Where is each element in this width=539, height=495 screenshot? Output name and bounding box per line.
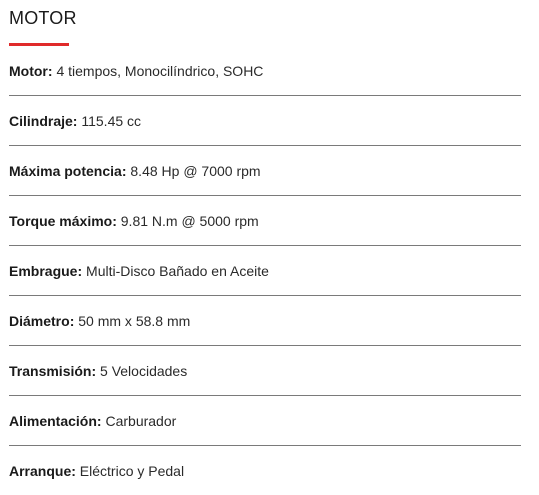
spec-row-transmision: Transmisión: 5 Velocidades bbox=[9, 346, 521, 396]
spec-value: 4 tiempos, Monocilíndrico, SOHC bbox=[56, 62, 264, 79]
spec-list: Motor: 4 tiempos, Monocilíndrico, SOHC C… bbox=[9, 46, 521, 495]
spec-label: Motor bbox=[9, 62, 48, 79]
spec-row-diametro: Diámetro: 50 mm x 58.8 mm bbox=[9, 296, 521, 346]
spec-value: Multi-Disco Bañado en Aceite bbox=[86, 262, 269, 279]
spec-label: Embrague bbox=[9, 262, 78, 279]
spec-label: Torque máximo bbox=[9, 212, 113, 229]
spec-label: Transmisión bbox=[9, 362, 92, 379]
spec-row-cilindraje: Cilindraje: 115.45 cc bbox=[9, 96, 521, 146]
spec-label: Cilindraje bbox=[9, 112, 73, 129]
spec-separator: : bbox=[71, 462, 80, 479]
section-title: MOTOR bbox=[9, 8, 77, 28]
spec-value: 50 mm x 58.8 mm bbox=[78, 312, 191, 329]
spec-separator: : bbox=[47, 62, 57, 79]
spec-value: Carburador bbox=[105, 412, 177, 429]
spec-value: 8.48 Hp @ 7000 rpm bbox=[130, 162, 261, 179]
spec-value: 5 Velocidades bbox=[100, 362, 188, 379]
spec-separator: : bbox=[72, 112, 82, 129]
spec-separator: : bbox=[77, 262, 87, 279]
spec-row-embrague: Embrague: Multi-Disco Bañado en Aceite bbox=[9, 246, 521, 296]
spec-row-arranque: Arranque: Eléctrico y Pedal bbox=[9, 446, 521, 495]
spec-separator: : bbox=[91, 362, 101, 379]
spec-value: 115.45 cc bbox=[81, 112, 142, 129]
spec-label: Arranque bbox=[9, 462, 72, 479]
spec-row-motor: Motor: 4 tiempos, Monocilíndrico, SOHC bbox=[9, 46, 521, 96]
spec-label: Diámetro bbox=[9, 312, 70, 329]
spec-label: Alimentación bbox=[9, 412, 97, 429]
spec-separator: : bbox=[112, 212, 121, 229]
spec-separator: : bbox=[69, 312, 79, 329]
spec-row-alimentacion: Alimentación: Carburador bbox=[9, 396, 521, 446]
spec-separator: : bbox=[96, 412, 106, 429]
spec-value: 9.81 N.m @ 5000 rpm bbox=[120, 212, 259, 229]
spec-label: Máxima potencia bbox=[9, 162, 122, 179]
spec-value: Eléctrico y Pedal bbox=[79, 462, 185, 479]
spec-row-torque-maximo: Torque máximo: 9.81 N.m @ 5000 rpm bbox=[9, 196, 521, 246]
spec-row-maxima-potencia: Máxima potencia: 8.48 Hp @ 7000 rpm bbox=[9, 146, 521, 196]
specs-panel: MOTOR Motor: 4 tiempos, Monocilíndrico, … bbox=[0, 0, 539, 479]
spec-separator: : bbox=[121, 162, 131, 179]
